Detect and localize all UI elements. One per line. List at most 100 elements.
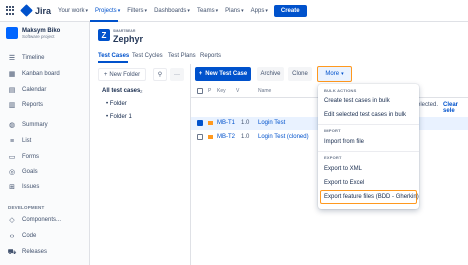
chevron-down-icon: ▾ xyxy=(144,7,148,14)
chevron-down-icon: ▾ xyxy=(265,7,268,14)
nav-dashboards[interactable]: Dashboards ▾ xyxy=(154,8,190,14)
menu-item-import-file[interactable]: Import from file xyxy=(324,139,364,145)
sidebar-item-label: Issues xyxy=(22,184,40,190)
new-test-case-button[interactable]: + New Test Case xyxy=(195,67,251,81)
folder-item[interactable]: • Folder xyxy=(106,101,127,107)
row-key[interactable]: MB-T2 xyxy=(217,134,235,140)
nav-label: Dashboards xyxy=(154,7,187,14)
folder-item[interactable]: • Folder 1 xyxy=(106,114,132,120)
components-icon: ◇ xyxy=(9,216,15,224)
sidebar-item-releases[interactable]: ⛟ Releases xyxy=(8,248,47,256)
sidebar-item-label: Summary xyxy=(22,122,48,128)
app-switcher-icon[interactable] xyxy=(6,5,16,16)
sidebar-item-kanban-board[interactable]: ▦ Kanban board xyxy=(8,70,60,78)
sidebar-item-summary[interactable]: ◍ Summary xyxy=(8,121,48,129)
column-version[interactable]: V xyxy=(236,88,239,94)
nav-label: Your work xyxy=(58,7,85,14)
row-name[interactable]: Login Test (cloned) xyxy=(258,134,309,140)
chevron-down-icon: ▾ xyxy=(85,7,88,14)
nav-filters[interactable]: Filters ▾ xyxy=(127,8,147,14)
goals-icon: ◎ xyxy=(8,168,16,176)
sidebar-item-label: Releases xyxy=(22,249,48,255)
menu-item-edit-bulk[interactable]: Edit selected test cases in bulk xyxy=(324,112,406,118)
dropdown-divider xyxy=(318,124,419,125)
jira-logo[interactable]: Jira xyxy=(20,4,52,17)
timeline-icon: ☰ xyxy=(8,54,16,62)
nav-teams[interactable]: Teams ▾ xyxy=(197,8,218,14)
nav-label: Apps xyxy=(250,7,265,14)
sidebar-item-label: Kanban board xyxy=(22,71,60,77)
project-header[interactable]: Maksym Biko Software project xyxy=(6,27,60,39)
forms-icon: ▭ xyxy=(8,153,16,161)
clone-button[interactable]: Clone xyxy=(288,67,312,81)
dropdown-section-import: IMPORT xyxy=(324,128,341,133)
all-test-cases[interactable]: All test cases xyxy=(102,88,140,94)
sidebar-item-label: Reports xyxy=(22,102,44,108)
select-all-checkbox[interactable] xyxy=(197,88,203,94)
nav-your-work[interactable]: Your work ▾ xyxy=(58,8,88,14)
top-navigation: Jira Your work ▾ Projects ▾ Filters ▾ Dashb… xyxy=(0,0,468,22)
sidebar-item-goals[interactable]: ◎ Goals xyxy=(8,168,38,176)
nav-apps[interactable]: Apps ▾ xyxy=(251,8,268,14)
reports-icon: ▥ xyxy=(8,101,16,109)
column-name[interactable]: Name xyxy=(258,88,271,94)
nav-active-indicator xyxy=(90,20,118,22)
sidebar-item-calendar[interactable]: ▤ Calendar xyxy=(8,86,47,94)
column-priority[interactable]: P xyxy=(208,88,211,94)
sidebar-item-components[interactable]: ◇ Components... xyxy=(8,216,61,224)
nav-label: Plans xyxy=(225,7,241,14)
menu-item-export-xml[interactable]: Export to XML xyxy=(324,166,362,172)
more-button[interactable]: More ▾ xyxy=(317,66,352,82)
folder-label: Folder 1 xyxy=(109,114,132,120)
dropdown-section-bulk: BULK ACTIONS xyxy=(324,88,357,93)
chevron-down-icon: ▾ xyxy=(117,7,121,14)
row-key[interactable]: MB-T1 xyxy=(217,120,235,126)
tab-test-cycles[interactable]: Test Cycles xyxy=(132,53,163,59)
search-icon: ⚲ xyxy=(157,72,163,78)
plus-icon: + xyxy=(198,71,203,77)
project-avatar xyxy=(6,27,18,39)
dropdown-section-export: EXPORT xyxy=(324,155,342,160)
globe-icon: ◍ xyxy=(8,121,16,129)
sidebar-item-forms[interactable]: ▭ Forms xyxy=(8,153,39,161)
releases-icon: ⛟ xyxy=(7,248,17,256)
nav-label: Teams xyxy=(196,7,215,14)
folder-search-button[interactable]: ⚲ xyxy=(153,68,167,81)
nav-label: Projects xyxy=(95,7,117,14)
sidebar-item-label: Code xyxy=(22,233,37,239)
sidebar-item-reports[interactable]: ▥ Reports xyxy=(8,101,43,109)
create-button[interactable]: Create xyxy=(273,4,307,17)
row-checkbox[interactable] xyxy=(197,120,203,126)
row-version: 1.0 xyxy=(241,120,250,126)
clear-selection-link[interactable]: Clear sele xyxy=(443,102,468,114)
nav-label: Filters xyxy=(127,7,144,14)
nav-plans[interactable]: Plans ▾ xyxy=(225,8,244,14)
project-name: Maksym Biko xyxy=(22,27,61,34)
board-icon: ▦ xyxy=(8,70,16,78)
tab-test-plans[interactable]: Test Plans xyxy=(168,53,196,59)
column-key[interactable]: Key xyxy=(217,88,226,94)
jira-wordmark: Jira xyxy=(35,5,52,16)
tab-test-cases[interactable]: Test Cases xyxy=(98,53,129,59)
sidebar-item-timeline[interactable]: ☰ Timeline xyxy=(8,54,45,62)
menu-item-export-excel[interactable]: Export to Excel xyxy=(324,180,364,186)
sidebar-item-label: Calendar xyxy=(22,87,47,93)
nav-projects[interactable]: Projects ▾ xyxy=(95,8,120,14)
menu-item-create-bulk[interactable]: Create test cases in bulk xyxy=(324,98,390,104)
priority-icon xyxy=(208,121,213,125)
chevron-down-icon: ▾ xyxy=(241,7,244,14)
new-folder-button[interactable]: + New Folder xyxy=(98,68,146,81)
row-checkbox[interactable] xyxy=(197,134,203,140)
priority-icon xyxy=(208,135,213,139)
sidebar-item-list[interactable]: ≡ List xyxy=(8,137,31,145)
row-name[interactable]: Login Test xyxy=(258,120,285,126)
new-test-case-label: New Test Case xyxy=(205,71,248,77)
menu-item-export-feature-files[interactable]: Export feature files (BDD - Gherkin) xyxy=(324,194,419,200)
sidebar-item-issues[interactable]: ⊞ Issues xyxy=(8,183,39,191)
tab-reports[interactable]: Reports xyxy=(200,53,221,59)
sidebar-item-code[interactable]: ‹› Code xyxy=(8,232,37,240)
sidebar-item-label: Goals xyxy=(22,169,38,175)
new-folder-label: New Folder xyxy=(109,71,141,78)
folder-more-button[interactable]: ··· xyxy=(170,68,184,81)
archive-button[interactable]: Archive xyxy=(257,67,284,81)
